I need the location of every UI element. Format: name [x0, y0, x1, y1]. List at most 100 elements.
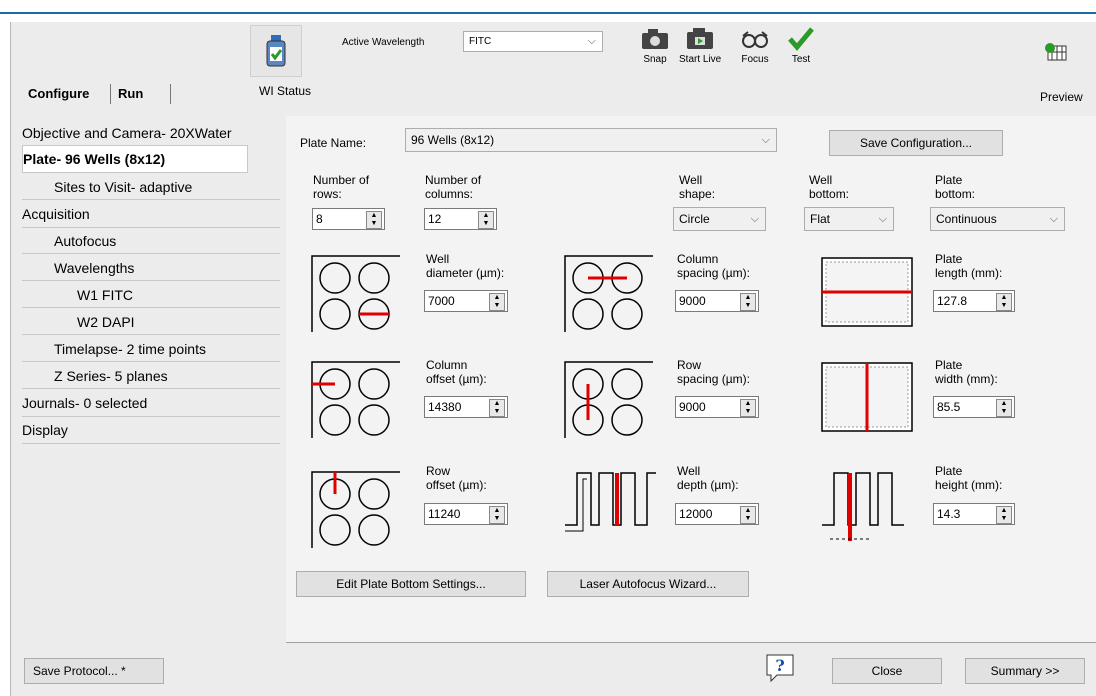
spinner-icon[interactable]: ▲ ▼ [489, 399, 505, 417]
save-protocol-button[interactable]: Save Protocol... * [24, 658, 164, 684]
nav-item-plate[interactable]: Plate- 96 Wells (8x12) [22, 145, 248, 173]
focus-button[interactable]: Focus [738, 24, 772, 65]
column-spacing-diagram [564, 255, 653, 332]
preview-label: Preview [1040, 90, 1083, 104]
plate-height-diagram [822, 472, 904, 541]
chevron-down-icon: ⌵ [1049, 213, 1058, 225]
nav-item-autofocus[interactable]: Autofocus [22, 228, 280, 254]
nav-item-z-series[interactable]: Z Series- 5 planes [22, 363, 280, 389]
rows-label: Number of rows: [313, 173, 370, 201]
summary-button[interactable]: Summary >> [965, 658, 1085, 684]
bottle-icon [250, 25, 302, 77]
well-bottom-label: Well bottom: [809, 173, 850, 201]
chevron-down-icon: ⌵ [587, 35, 596, 47]
plate-bottom-label: Plate bottom: [935, 173, 976, 201]
row-spacing-label: Row spacing (µm): [677, 358, 750, 386]
top-accent-line [0, 12, 1096, 14]
nav-item-timelapse[interactable]: Timelapse- 2 time points [22, 336, 280, 362]
close-button[interactable]: Close [832, 658, 942, 684]
columns-label: Number of columns: [425, 173, 482, 201]
test-button[interactable]: Test [784, 24, 818, 65]
svg-text:?: ? [775, 656, 784, 675]
well-bottom-value: Flat [810, 212, 831, 226]
spinner-icon[interactable]: ▲ ▼ [366, 211, 382, 229]
plate-bottom-select[interactable]: Continuous ⌵ [930, 207, 1065, 231]
active-wavelength-label: Active Wavelength [342, 37, 425, 48]
plate-length-diagram [821, 257, 913, 327]
spinner-icon[interactable]: ▲ ▼ [740, 293, 756, 311]
nav-item-objective-camera[interactable]: Objective and Camera- 20XWater [22, 120, 280, 146]
well-diameter-diagram [311, 255, 400, 332]
plate-length-input[interactable]: 127.8 ▲ ▼ [933, 290, 1015, 312]
camera-icon [638, 24, 672, 54]
spinner-icon[interactable]: ▲ ▼ [740, 399, 756, 417]
plate-height-input[interactable]: 14.3 ▲ ▼ [933, 503, 1015, 525]
plate-width-diagram [821, 362, 913, 432]
plate-name-value: 96 Wells (8x12) [411, 133, 495, 147]
row-spacing-diagram [564, 361, 653, 438]
well-shape-select[interactable]: Circle ⌵ [673, 207, 766, 231]
column-offset-input[interactable]: 14380 ▲ ▼ [424, 396, 508, 418]
row-spacing-input[interactable]: 9000 ▲ ▼ [675, 396, 759, 418]
spinner-icon[interactable]: ▲ ▼ [996, 293, 1012, 311]
well-depth-label: Well depth (µm): [677, 464, 739, 492]
column-offset-label: Column offset (µm): [426, 358, 487, 386]
rows-input[interactable]: 8 ▲ ▼ [312, 208, 385, 230]
glasses-icon [738, 24, 772, 54]
nav-item-display[interactable]: Display [22, 417, 280, 444]
test-label: Test [791, 54, 811, 65]
row-offset-label: Row offset (µm): [426, 464, 487, 492]
tab-divider [170, 84, 171, 104]
edit-plate-bottom-button[interactable]: Edit Plate Bottom Settings... [296, 571, 526, 597]
well-bottom-select[interactable]: Flat ⌵ [804, 207, 894, 231]
tab-run[interactable]: Run [112, 83, 149, 105]
plate-name-label: Plate Name: [300, 136, 367, 150]
active-wavelength-select[interactable]: FITC ⌵ [463, 31, 603, 52]
plate-bottom-value: Continuous [936, 212, 997, 226]
spinner-icon[interactable]: ▲ ▼ [478, 211, 494, 229]
spinner-icon[interactable]: ▲ ▼ [996, 506, 1012, 524]
spinner-icon[interactable]: ▲ ▼ [740, 506, 756, 524]
well-shape-label: Well shape: [679, 173, 716, 201]
preview-button[interactable] [1039, 37, 1073, 67]
plate-length-label: Plate length (mm): [935, 252, 1003, 280]
well-shape-value: Circle [679, 212, 710, 226]
tab-configure[interactable]: Configure [22, 83, 95, 105]
chevron-down-icon: ⌵ [750, 213, 759, 225]
help-icon[interactable]: ? [763, 651, 797, 685]
nav-item-wavelengths[interactable]: Wavelengths [22, 255, 280, 281]
plate-name-select[interactable]: 96 Wells (8x12) ⌵ [405, 128, 777, 152]
column-spacing-input[interactable]: 9000 ▲ ▼ [675, 290, 759, 312]
row-offset-input[interactable]: 11240 ▲ ▼ [424, 503, 508, 525]
start-live-button[interactable]: Start Live [679, 24, 721, 65]
chevron-down-icon: ⌵ [761, 134, 770, 146]
columns-input[interactable]: 12 ▲ ▼ [424, 208, 497, 230]
well-depth-diagram [565, 472, 656, 532]
plate-width-label: Plate width (mm): [935, 358, 998, 386]
well-diameter-label: Well diameter (µm): [426, 252, 505, 280]
snap-button[interactable]: Snap [638, 24, 672, 65]
preview-plate-icon [1039, 37, 1073, 67]
save-configuration-button[interactable]: Save Configuration... [829, 130, 1003, 156]
nav-item-w1-fitc[interactable]: W1 FITC [22, 282, 280, 308]
plate-width-input[interactable]: 85.5 ▲ ▼ [933, 396, 1015, 418]
tab-divider [110, 84, 111, 104]
chevron-down-icon: ⌵ [878, 213, 887, 225]
spinner-icon[interactable]: ▲ ▼ [489, 506, 505, 524]
wl-status-button[interactable] [250, 25, 302, 77]
row-offset-diagram [311, 471, 400, 548]
checkmark-icon [784, 24, 818, 54]
laser-autofocus-wizard-button[interactable]: Laser Autofocus Wizard... [547, 571, 749, 597]
active-wavelength-value: FITC [469, 36, 492, 47]
plate-height-label: Plate height (mm): [935, 464, 1003, 492]
nav-item-journals[interactable]: Journals- 0 selected [22, 390, 280, 417]
well-diameter-input[interactable]: 7000 ▲ ▼ [424, 290, 508, 312]
focus-label: Focus [741, 54, 769, 65]
nav-item-w2-dapi[interactable]: W2 DAPI [22, 309, 280, 335]
nav-item-sites[interactable]: Sites to Visit- adaptive [22, 174, 280, 200]
nav-item-acquisition[interactable]: Acquisition [22, 201, 280, 228]
spinner-icon[interactable]: ▲ ▼ [489, 293, 505, 311]
spinner-icon[interactable]: ▲ ▼ [996, 399, 1012, 417]
well-depth-input[interactable]: 12000 ▲ ▼ [675, 503, 759, 525]
footer-separator [286, 642, 1096, 643]
